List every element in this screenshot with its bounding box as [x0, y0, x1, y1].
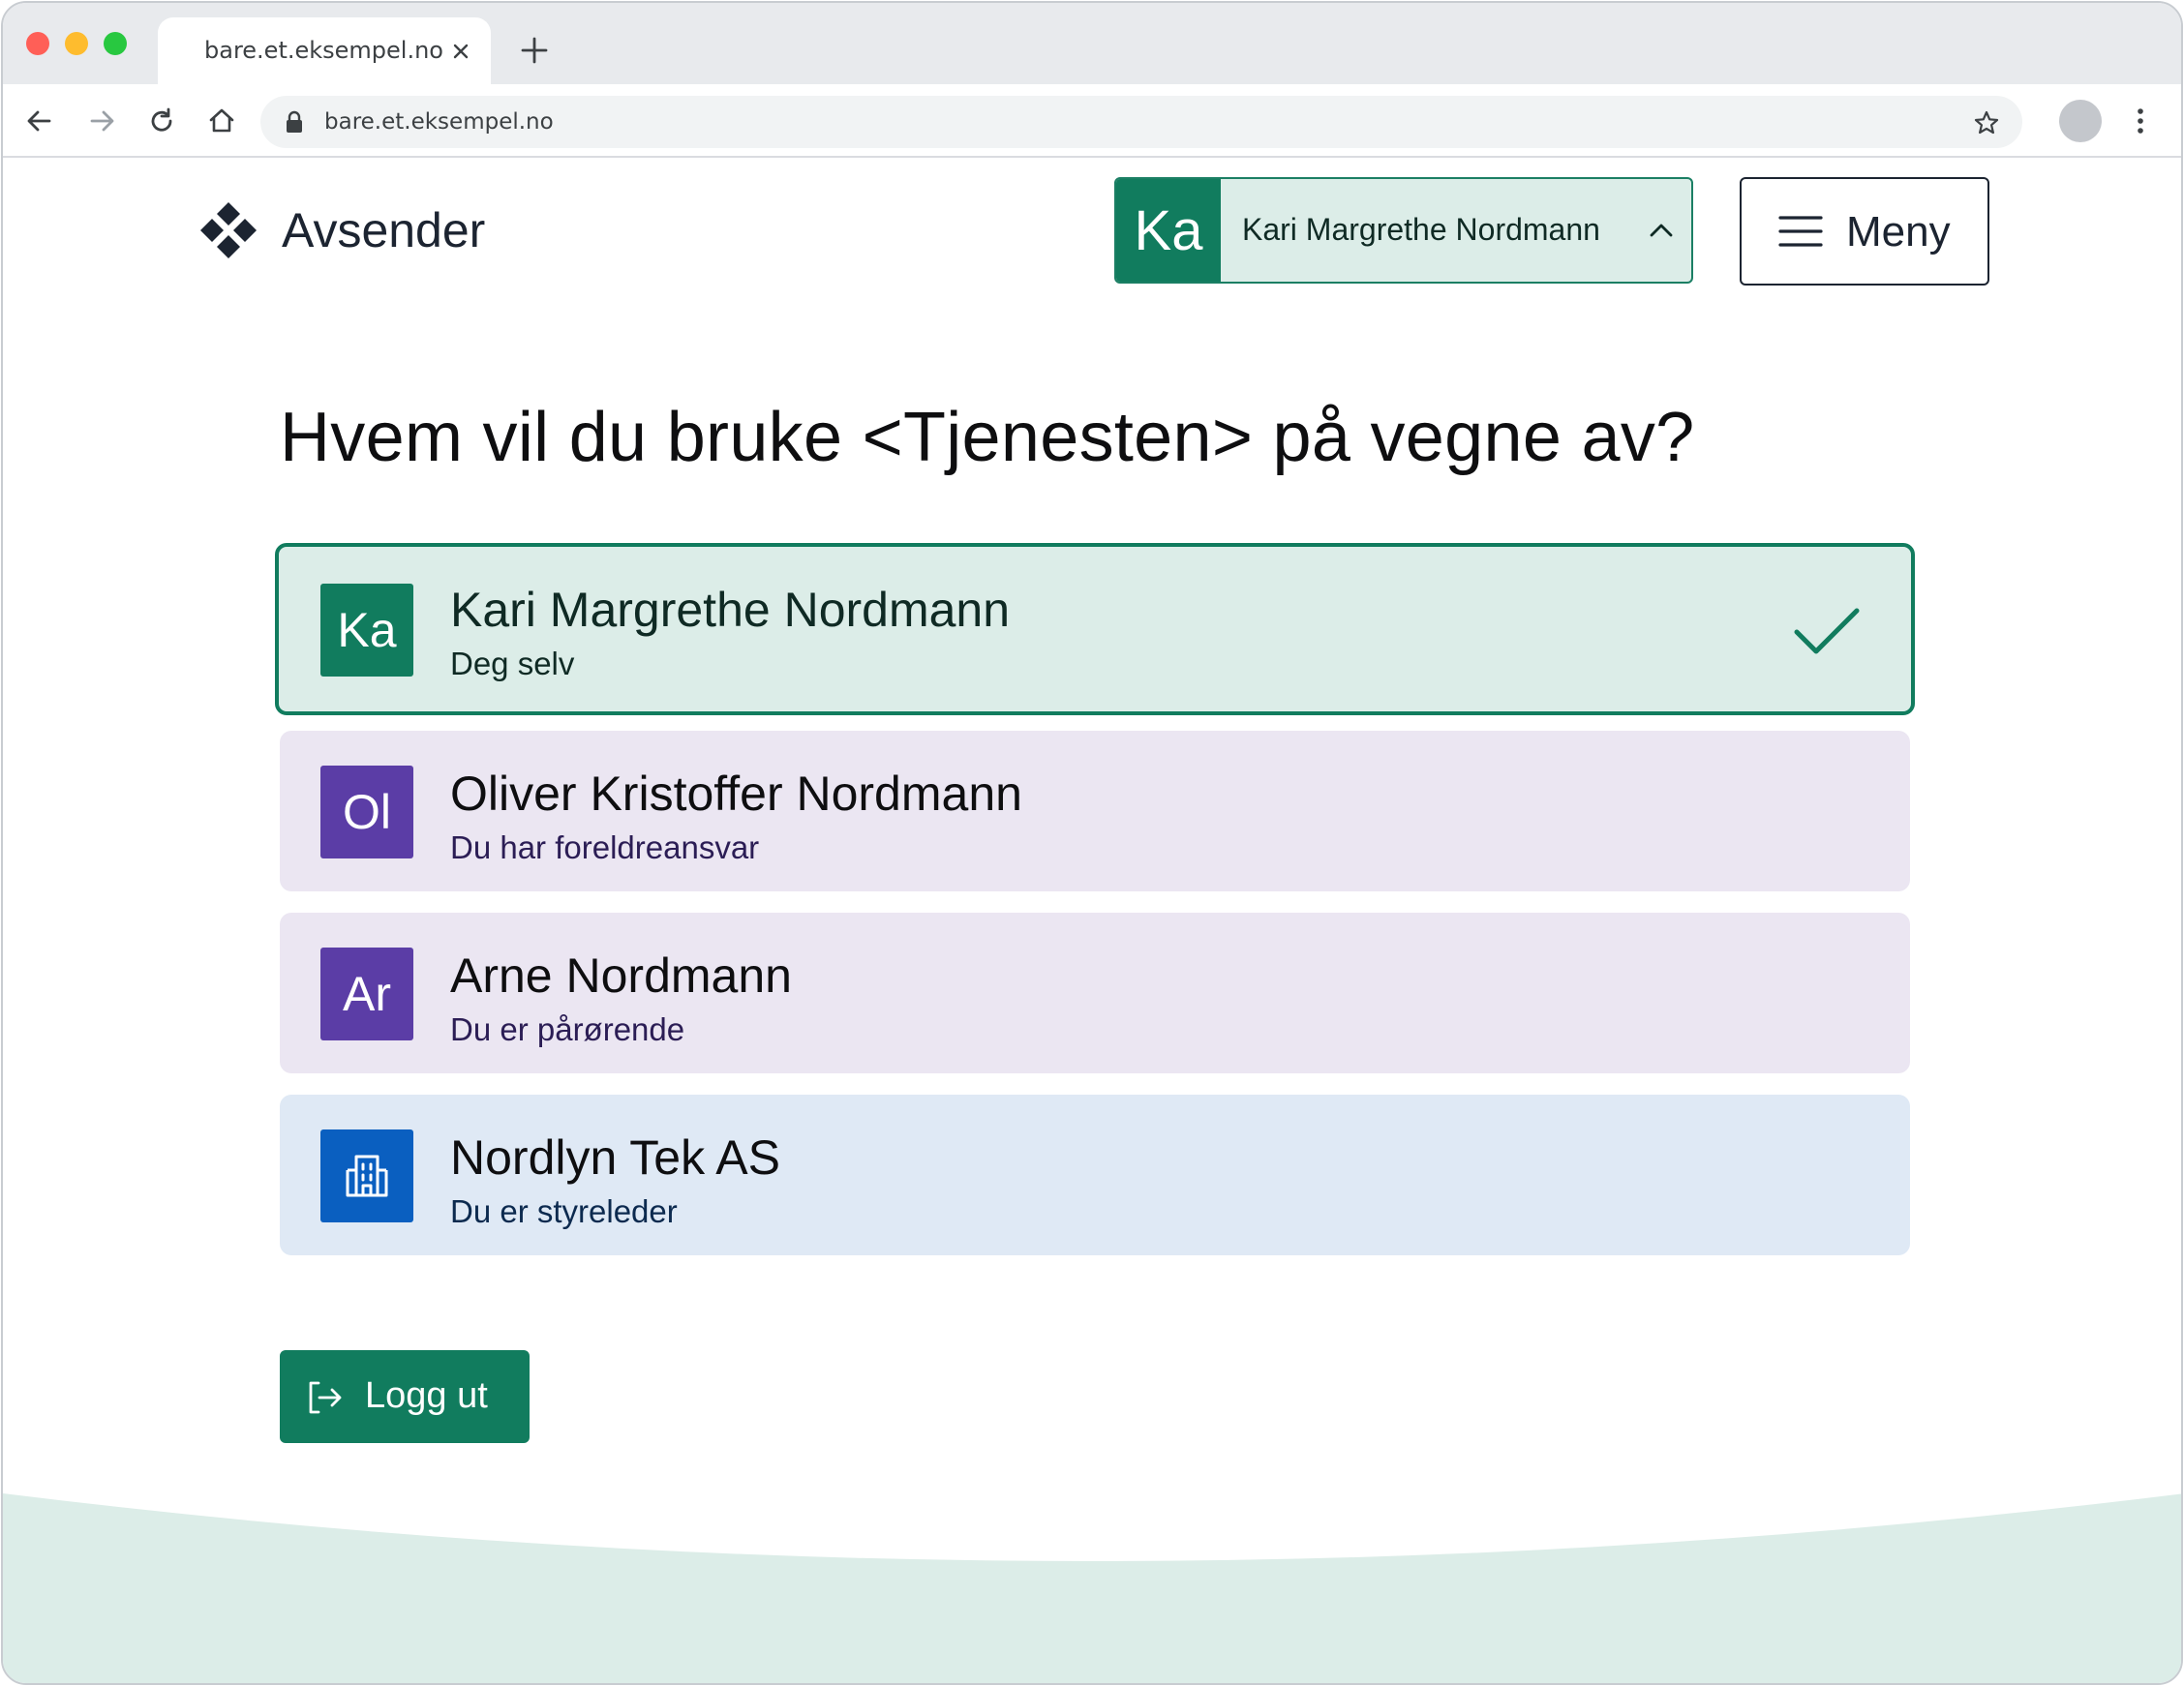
- account-avatar: Ka: [1116, 179, 1221, 282]
- menu-label: Meny: [1846, 208, 1951, 256]
- party-avatar: Ka: [320, 584, 413, 677]
- reload-icon[interactable]: [144, 104, 179, 138]
- party-name: Oliver Kristoffer Nordmann: [450, 767, 1022, 821]
- party-description: Du har foreldreansvar: [450, 829, 760, 865]
- party-option-arne[interactable]: Ar Arne Nordmann Du er pårørende: [280, 913, 1910, 1073]
- party-avatar: [320, 1129, 413, 1222]
- hamburger-menu-icon: [1778, 216, 1823, 247]
- party-option-kari[interactable]: Ka Kari Margrethe Nordmann Deg selv: [275, 543, 1915, 715]
- more-options-icon[interactable]: [2131, 105, 2150, 136]
- page-content: Avsender Ka Kari Margrethe Nordmann Meny…: [3, 158, 2181, 1683]
- party-name: Kari Margrethe Nordmann: [450, 583, 1011, 637]
- bookmark-star-icon[interactable]: [1972, 108, 2001, 137]
- party-name: Arne Nordmann: [450, 948, 792, 1003]
- building-icon: [346, 1155, 388, 1197]
- party-name: Nordlyn Tek AS: [450, 1130, 780, 1185]
- account-name: Kari Margrethe Nordmann: [1242, 212, 1600, 247]
- maximize-window-button[interactable]: [104, 32, 127, 55]
- party-option-nordlyn[interactable]: Nordlyn Tek AS Du er styreleder: [280, 1095, 1910, 1255]
- decorative-wave: [3, 1493, 2181, 1683]
- party-avatar: Ar: [320, 948, 413, 1040]
- logout-button[interactable]: Logg ut: [280, 1350, 530, 1443]
- checkmark-icon: [1794, 608, 1860, 654]
- party-avatar: Ol: [320, 766, 413, 858]
- menu-button[interactable]: Meny: [1740, 177, 1989, 286]
- home-icon[interactable]: [204, 104, 239, 138]
- browser-window: bare.et.eksempel.no bare.et.eksempel.no …: [1, 1, 2183, 1685]
- close-window-button[interactable]: [26, 32, 49, 55]
- close-icon[interactable]: [450, 41, 471, 62]
- tab-strip: bare.et.eksempel.no: [3, 3, 2181, 84]
- new-tab-icon[interactable]: [518, 34, 551, 67]
- party-description: Deg selv: [450, 646, 575, 681]
- party-description: Du er styreleder: [450, 1193, 678, 1229]
- minimize-window-button[interactable]: [65, 32, 88, 55]
- browser-tab[interactable]: bare.et.eksempel.no: [158, 17, 491, 84]
- url-text: bare.et.eksempel.no: [324, 109, 554, 135]
- party-option-oliver[interactable]: Ol Oliver Kristoffer Nordmann Du har for…: [280, 731, 1910, 891]
- back-arrow-icon[interactable]: [22, 104, 57, 138]
- profile-avatar[interactable]: [2059, 100, 2102, 142]
- tab-title: bare.et.eksempel.no: [204, 37, 443, 64]
- logout-icon: [309, 1381, 342, 1414]
- party-description: Du er pårørende: [450, 1011, 685, 1047]
- forward-arrow-icon[interactable]: [84, 104, 119, 138]
- logout-label: Logg ut: [365, 1375, 488, 1416]
- lock-icon: [287, 110, 302, 133]
- brand-name[interactable]: Avsender: [282, 202, 485, 258]
- chevron-up-icon: [1650, 224, 1673, 237]
- account-switcher-button[interactable]: Ka Kari Margrethe Nordmann: [1114, 177, 1693, 284]
- address-bar[interactable]: bare.et.eksempel.no: [260, 96, 2022, 148]
- page-title: Hvem vil du bruke <Tjenesten> på vegne a…: [280, 399, 1695, 476]
- browser-toolbar: bare.et.eksempel.no: [3, 84, 2181, 158]
- brand-logo-icon[interactable]: [198, 200, 258, 260]
